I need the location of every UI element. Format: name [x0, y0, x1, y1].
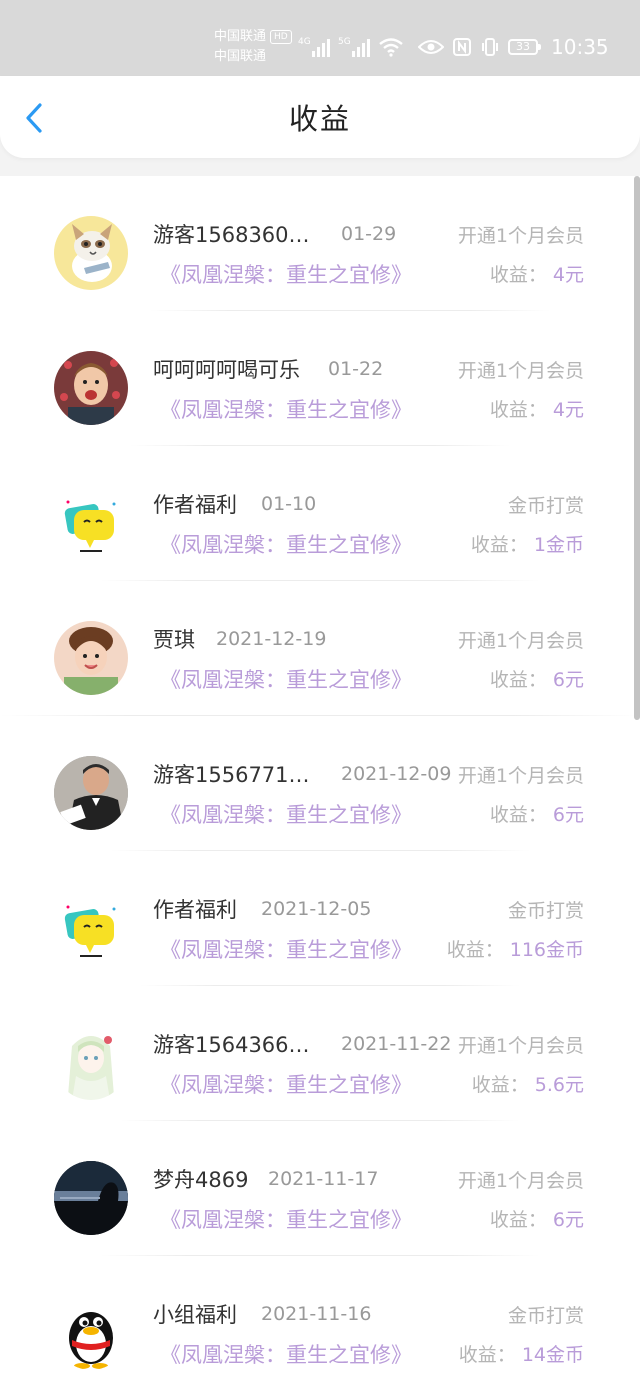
nfc-icon: [453, 38, 471, 56]
user-name: 小组福利: [153, 1303, 237, 1327]
user-name: 贾琪: [153, 628, 195, 652]
sunset-avatar: [54, 1161, 128, 1235]
book-title[interactable]: 《凤凰涅槃：重生之宜修》: [160, 1070, 412, 1100]
chat-bubble-avatar: [54, 486, 128, 560]
list-item[interactable]: 梦舟4869 2021-11-17 开通1个月会员 《凤凰涅槃：重生之宜修》 收…: [0, 1121, 640, 1256]
battery-icon: 33: [508, 39, 541, 55]
date: 01-29: [341, 223, 397, 245]
income-type: 开通1个月会员: [457, 765, 584, 787]
user-name: 游客1556771…: [153, 763, 310, 787]
date: 01-10: [261, 493, 317, 515]
status-icons: 4G 5G 33: [298, 34, 541, 60]
income-type: 金币打赏: [507, 1305, 584, 1327]
list-item[interactable]: 小组福利 2021-11-16 金币打赏 《凤凰涅槃：重生之宜修》 收益： 14金…: [0, 1256, 640, 1387]
anime-avatar: [54, 1026, 128, 1100]
book-title[interactable]: 《凤凰涅槃：重生之宜修》: [160, 935, 412, 965]
income-amount: 收益： 14金币: [458, 1344, 584, 1366]
list-item[interactable]: 贾琪 2021-12-19 开通1个月会员 《凤凰涅槃：重生之宜修》 收益： 6元: [0, 581, 640, 716]
chat-bubble-avatar: [54, 891, 128, 965]
income-amount: 收益： 4元: [489, 264, 584, 286]
status-bar: 中国联通 HD 中国联通 4G 5G 33 10:35: [0, 0, 640, 76]
nav-bar: 收益: [0, 76, 640, 158]
income-type: 开通1个月会员: [457, 1035, 584, 1057]
page-title: 收益: [288, 102, 351, 136]
date: 2021-11-17: [268, 1168, 379, 1190]
hd-badge: HD: [270, 30, 292, 44]
date: 2021-12-09: [341, 763, 452, 785]
man-avatar: [54, 756, 128, 830]
book-title[interactable]: 《凤凰涅槃：重生之宜修》: [160, 665, 412, 695]
book-title[interactable]: 《凤凰涅槃：重生之宜修》: [160, 1205, 412, 1235]
income-type: 金币打赏: [507, 900, 584, 922]
date: 2021-12-05: [261, 898, 372, 920]
book-title[interactable]: 《凤凰涅槃：重生之宜修》: [160, 1340, 412, 1370]
income-type: 金币打赏: [507, 495, 584, 517]
book-title[interactable]: 《凤凰涅槃：重生之宜修》: [160, 260, 412, 290]
signal-4g-icon: 4G: [298, 37, 330, 57]
cat-avatar: [54, 216, 128, 290]
income-type: 开通1个月会员: [457, 360, 584, 382]
list-item[interactable]: 作者福利 2021-12-05 金币打赏 《凤凰涅槃：重生之宜修》 收益： 116…: [0, 851, 640, 986]
date: 2021-12-19: [216, 628, 327, 650]
income-amount: 收益： 5.6元: [471, 1074, 584, 1096]
list-item[interactable]: 游客1564366… 2021-11-22 开通1个月会员 《凤凰涅槃：重生之宜…: [0, 986, 640, 1121]
income-list[interactable]: 游客1568360… 01-29 开通1个月会员 《凤凰涅槃：重生之宜修》 收益…: [0, 176, 640, 1387]
income-amount: 收益： 1金币: [470, 534, 584, 556]
vibrate-icon: [482, 38, 498, 56]
clock: 10:35: [551, 35, 609, 59]
list-item[interactable]: 作者福利 01-10 金币打赏 《凤凰涅槃：重生之宜修》 收益： 1金币: [0, 446, 640, 581]
user-name: 游客1564366…: [153, 1033, 310, 1057]
book-title[interactable]: 《凤凰涅槃：重生之宜修》: [160, 530, 412, 560]
date: 2021-11-16: [261, 1303, 372, 1325]
user-name: 游客1568360…: [153, 223, 310, 247]
income-amount: 收益： 6元: [489, 1209, 584, 1231]
kid-avatar: [54, 351, 128, 425]
eye-icon: [418, 40, 444, 54]
carrier-info: 中国联通 HD 中国联通: [214, 27, 292, 67]
date: 01-22: [328, 358, 384, 380]
income-type: 开通1个月会员: [457, 225, 584, 247]
income-type: 开通1个月会员: [457, 1170, 584, 1192]
girl-avatar: [54, 621, 128, 695]
signal-5g-icon: 5G: [338, 37, 370, 57]
list-item[interactable]: 游客1568360… 01-29 开通1个月会员 《凤凰涅槃：重生之宜修》 收益…: [0, 176, 640, 311]
book-title[interactable]: 《凤凰涅槃：重生之宜修》: [160, 395, 412, 425]
income-amount: 收益： 4元: [489, 399, 584, 421]
user-name: 作者福利: [153, 493, 237, 517]
penguin-avatar: [54, 1296, 128, 1370]
list-item[interactable]: 游客1556771… 2021-12-09 开通1个月会员 《凤凰涅槃：重生之宜…: [0, 716, 640, 851]
income-amount: 收益： 6元: [489, 669, 584, 691]
user-name: 呵呵呵呵喝可乐: [153, 358, 300, 382]
income-amount: 收益： 6元: [489, 804, 584, 826]
income-type: 开通1个月会员: [457, 630, 584, 652]
book-title[interactable]: 《凤凰涅槃：重生之宜修》: [160, 800, 412, 830]
scrollbar[interactable]: [634, 176, 640, 720]
income-amount: 收益： 116金币: [446, 939, 584, 961]
list-item[interactable]: 呵呵呵呵喝可乐 01-22 开通1个月会员 《凤凰涅槃：重生之宜修》 收益： 4元: [0, 311, 640, 446]
user-name: 作者福利: [153, 898, 237, 922]
carrier-2: 中国联通: [214, 49, 267, 64]
user-name: 梦舟4869: [153, 1168, 249, 1192]
wifi-icon: [379, 38, 403, 57]
carrier-1: 中国联通: [214, 29, 267, 44]
date: 2021-11-22: [341, 1033, 452, 1055]
